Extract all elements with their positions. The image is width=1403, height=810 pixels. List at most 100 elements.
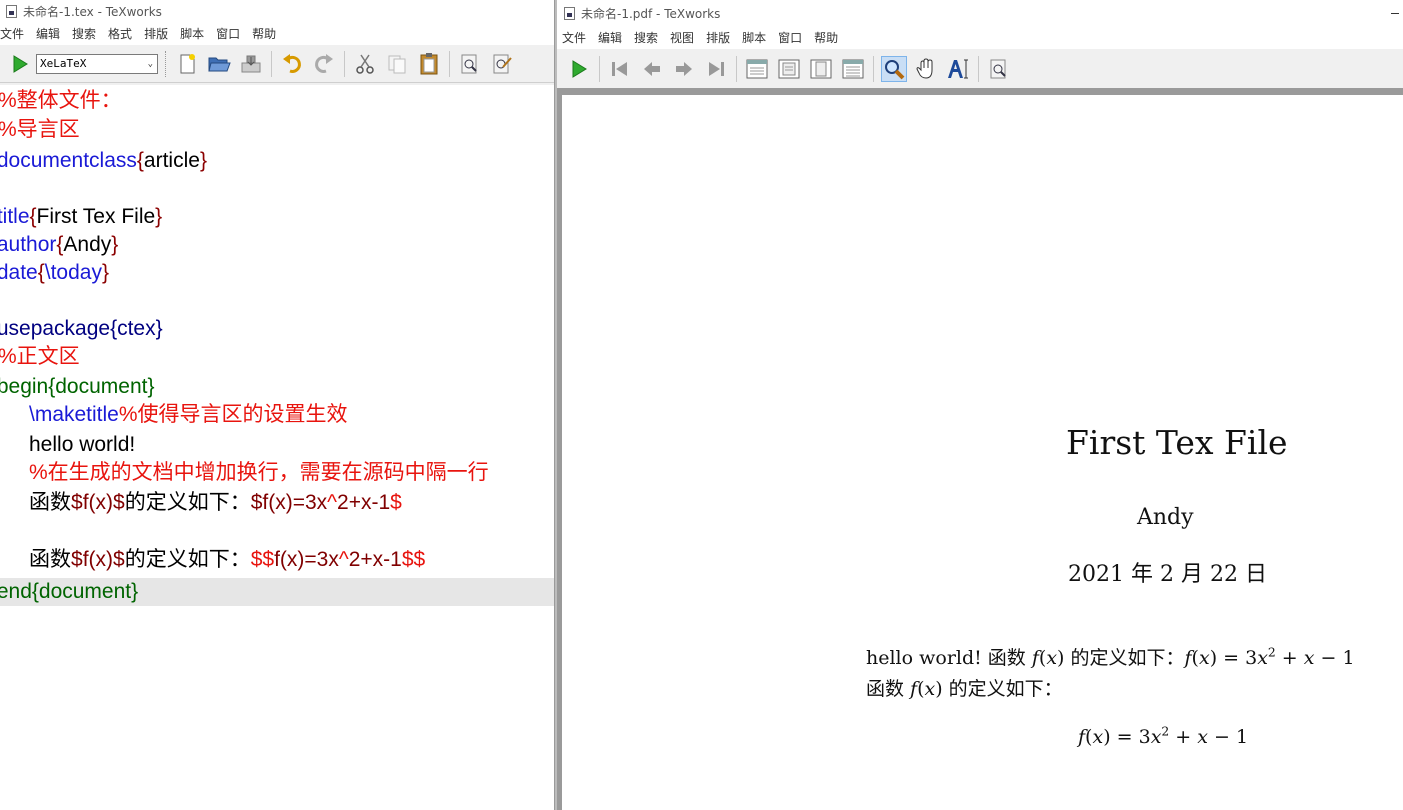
plain-text: 函数 — [29, 491, 71, 514]
copy-button[interactable] — [384, 51, 410, 77]
redo-button[interactable] — [311, 51, 337, 77]
engine-select[interactable]: XeLaTeX ⌄ — [36, 53, 158, 74]
pdf-page: First Tex File Andy 2021 年 2 月 22 日 hell… — [562, 95, 1403, 810]
menu-view[interactable]: 视图 — [665, 29, 701, 46]
code-line: 函数$f(x)$的定义如下：$$f(x)=3x^2+x-1$$ — [29, 546, 425, 574]
find-icon — [990, 59, 1006, 78]
math-symbol: x — [1197, 726, 1208, 748]
replace-button[interactable] — [489, 51, 515, 77]
open-file-button[interactable] — [206, 51, 232, 77]
arrow-right-icon — [676, 61, 692, 76]
find-button[interactable] — [457, 51, 483, 77]
editor-window: 未命名-1.tex - TeXworks 文件 编辑 搜索 格式 排版 脚本 窗… — [0, 0, 555, 810]
fit-window-button[interactable] — [808, 56, 834, 82]
menu-window[interactable]: 窗口 — [773, 29, 809, 46]
comment-text: %整体文件： — [0, 89, 122, 112]
menu-edit[interactable]: 编辑 — [31, 25, 67, 42]
undo-icon — [283, 53, 301, 73]
undo-button[interactable] — [279, 51, 305, 77]
toolbar-separator — [599, 55, 600, 82]
math-operator: ^ — [338, 548, 349, 571]
pan-tool-button[interactable] — [913, 56, 939, 82]
previous-page-button[interactable] — [639, 56, 665, 82]
paste-button[interactable] — [416, 51, 442, 77]
code-line: hello world! — [29, 431, 135, 459]
menu-scripts[interactable]: 脚本 — [175, 25, 211, 42]
actual-size-icon — [746, 59, 768, 78]
typeset-button[interactable] — [566, 56, 592, 82]
argument-text: article — [143, 149, 200, 172]
texworks-app-icon — [6, 4, 17, 18]
menu-file[interactable]: 文件 — [557, 29, 593, 46]
document-title: First Tex File — [1066, 423, 1288, 462]
save-file-button[interactable] — [238, 51, 264, 77]
argument-text: Andy — [63, 233, 112, 256]
menu-help[interactable]: 帮助 — [247, 25, 283, 42]
brace-text: } — [111, 233, 119, 256]
cut-button[interactable] — [352, 51, 378, 77]
comment-text: %导言区 — [0, 118, 80, 141]
texworks-app-icon — [564, 6, 575, 20]
math-symbol: ( — [917, 678, 925, 700]
math-symbol: + — [1169, 726, 1198, 748]
brace-text: } — [199, 149, 207, 172]
menu-edit[interactable]: 编辑 — [593, 29, 629, 46]
math-operator: ^ — [327, 491, 338, 514]
menu-search[interactable]: 搜索 — [67, 25, 103, 42]
argument-text: First Tex File — [36, 205, 156, 228]
menu-typeset[interactable]: 排版 — [701, 29, 737, 46]
menu-file[interactable]: 文件 — [0, 25, 31, 42]
folder-open-icon — [208, 57, 231, 71]
source-editor[interactable]: %整体文件： %导言区 \documentclass{article} \tit… — [0, 85, 554, 810]
actual-size-button[interactable] — [744, 56, 770, 82]
menu-help[interactable]: 帮助 — [809, 29, 845, 46]
code-line: \author{Andy} — [0, 231, 118, 259]
code-line: %整体文件： — [0, 87, 122, 115]
comment-text: %正文区 — [0, 345, 80, 368]
minimize-button[interactable] — [1391, 4, 1399, 14]
magnify-tool-button[interactable] — [881, 55, 907, 82]
command-text: \maketitle — [29, 403, 119, 426]
new-document-icon — [180, 53, 195, 73]
pdf-viewer[interactable]: First Tex File Andy 2021 年 2 月 22 日 hell… — [557, 88, 1403, 810]
viewer-toolbar — [557, 49, 1403, 89]
menu-window[interactable]: 窗口 — [211, 25, 247, 42]
find-button[interactable] — [986, 56, 1012, 82]
brace-text: { — [136, 149, 144, 172]
new-file-button[interactable] — [174, 51, 200, 77]
fit-width-button[interactable] — [776, 56, 802, 82]
typeset-button[interactable] — [7, 51, 33, 77]
viewer-window: 未命名-1.pdf - TeXworks 文件 编辑 搜索 视图 排版 脚本 窗… — [557, 0, 1403, 810]
environment-text: \begin{document} — [0, 375, 155, 398]
first-page-button[interactable] — [607, 56, 633, 82]
document-date: 2021 年 2 月 22 日 — [1068, 562, 1267, 587]
code-line: \begin{document} — [0, 373, 154, 401]
command-text: \today — [44, 261, 102, 284]
math-symbol: x — [1150, 726, 1162, 748]
select-text-button[interactable] — [945, 56, 971, 82]
math-delimiter: $$ — [401, 548, 426, 571]
menu-typeset[interactable]: 排版 — [139, 25, 175, 42]
math-symbol: + — [1275, 647, 1304, 669]
clipboard-icon — [420, 52, 438, 74]
redo-icon — [315, 53, 333, 73]
body-paragraph-1: hello world! 函数 f(x) 的定义如下：f(x) = 3x2 + … — [866, 643, 1355, 670]
math-text: f(x) — [82, 548, 114, 571]
engine-select-value: XeLaTeX — [40, 57, 87, 70]
last-page-button[interactable] — [703, 56, 729, 82]
menu-scripts[interactable]: 脚本 — [737, 29, 773, 46]
current-line-highlight: \end{document} — [0, 578, 554, 606]
plain-text: 的定义如下： — [124, 548, 251, 571]
menu-search[interactable]: 搜索 — [629, 29, 665, 46]
command-text: \author — [0, 233, 57, 256]
command-text: \date — [0, 261, 38, 284]
continuous-scroll-button[interactable] — [840, 56, 866, 82]
plain-text: 的定义如下： — [124, 491, 251, 514]
math-symbol: x — [1092, 726, 1104, 748]
select-text-icon — [948, 59, 968, 78]
code-line: \title{First Tex File} — [0, 203, 162, 231]
last-page-icon — [709, 61, 724, 76]
menu-format[interactable]: 格式 — [103, 25, 139, 42]
viewer-menubar: 文件 编辑 搜索 视图 排版 脚本 窗口 帮助 — [557, 26, 1403, 49]
next-page-button[interactable] — [671, 56, 697, 82]
